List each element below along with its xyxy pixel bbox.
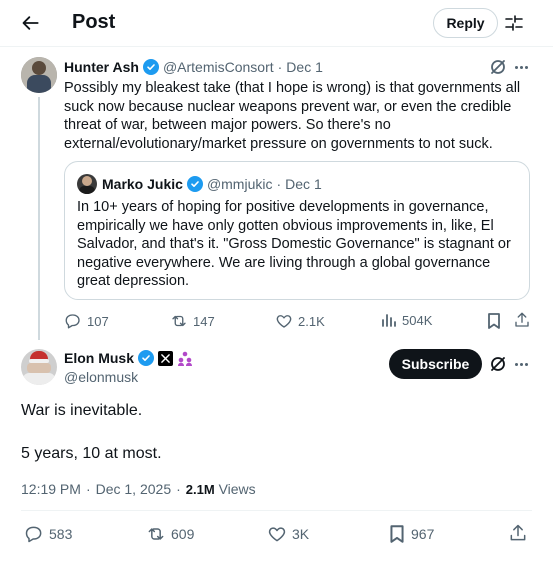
- share-icon: [515, 312, 529, 327]
- dot-icon: [524, 362, 528, 366]
- views-action[interactable]: 504K: [381, 312, 432, 328]
- post-text-line: War is inevitable.: [21, 402, 143, 419]
- reply-icon: [25, 526, 42, 543]
- quote-author-handle: @mmjukic: [206, 176, 273, 192]
- dot-separator: ·: [276, 176, 282, 192]
- page-title: Post: [72, 11, 116, 33]
- post-text-line: 5 years, 10 at most.: [21, 445, 162, 462]
- quote-text: In 10+ years of hoping for positive deve…: [77, 199, 511, 289]
- grok-button[interactable]: [489, 355, 507, 373]
- back-button[interactable]: [14, 11, 48, 35]
- reply-count: 107: [87, 313, 109, 329]
- bookmark-action[interactable]: 967: [388, 524, 434, 544]
- dot-icon: [524, 65, 528, 69]
- analytics-icon: [382, 314, 396, 327]
- reply-icon: [65, 314, 80, 329]
- grok-icon: [491, 357, 505, 371]
- repost-icon: [172, 315, 186, 327]
- reply-action[interactable]: 107: [64, 312, 109, 330]
- like-action[interactable]: 2.1K: [275, 312, 325, 330]
- views-label: Views: [218, 481, 256, 497]
- verified-badge-icon: [186, 176, 203, 192]
- header-divider: [0, 46, 553, 47]
- like-count: 3K: [292, 526, 310, 542]
- dot-separator: ·: [277, 59, 283, 75]
- quote-author-name: Marko Jukic: [102, 176, 183, 192]
- views-total: 2.1M: [185, 482, 215, 497]
- verified-badge-icon: [142, 59, 159, 75]
- post-date[interactable]: Dec 1: [286, 59, 323, 75]
- x-affiliate-icon[interactable]: [158, 350, 174, 366]
- author-handle[interactable]: @ArtemisConsort: [163, 59, 274, 75]
- dot-separator: ·: [176, 481, 181, 497]
- repost-action[interactable]: 147: [170, 312, 215, 330]
- repost-count: 609: [171, 526, 195, 542]
- more-options-button[interactable]: [513, 59, 529, 75]
- quote-card[interactable]: Marko Jukic @mmjukic · Dec 1 In 10+ year…: [64, 161, 530, 300]
- author-name[interactable]: Elon Musk: [64, 350, 134, 366]
- heart-icon: [276, 315, 292, 328]
- bookmark-icon: [390, 525, 404, 543]
- post-text: Possibly my bleakest take (that I hope i…: [64, 80, 521, 152]
- like-count: 2.1K: [298, 313, 325, 329]
- reply-count: 583: [49, 526, 73, 542]
- avatar[interactable]: [21, 349, 57, 385]
- grok-icon: [491, 60, 505, 74]
- repost-count: 147: [193, 313, 215, 329]
- bookmark-icon: [488, 313, 500, 329]
- bookmark-count: 967: [411, 526, 435, 542]
- quote-avatar: [77, 174, 97, 194]
- post-full-date[interactable]: Dec 1, 2025: [96, 481, 172, 497]
- sliders-icon: [505, 15, 523, 31]
- subscribe-button[interactable]: Subscribe: [389, 349, 482, 379]
- grok-button[interactable]: [489, 58, 507, 76]
- reply-button[interactable]: Reply: [433, 8, 498, 38]
- verified-badge-icon: [138, 350, 155, 366]
- more-options-button[interactable]: [513, 356, 529, 372]
- share-button[interactable]: [508, 523, 528, 543]
- views-count: 504K: [402, 312, 433, 328]
- people-icon: [177, 350, 193, 366]
- repost-icon: [148, 528, 164, 540]
- dot-icon: [514, 65, 518, 69]
- share-button[interactable]: [513, 311, 531, 329]
- avatar[interactable]: [21, 57, 57, 93]
- like-action[interactable]: 3K: [267, 524, 309, 544]
- thread-line: [38, 97, 40, 340]
- bookmark-button[interactable]: [486, 312, 502, 330]
- author-handle[interactable]: @elonmusk: [64, 369, 138, 385]
- dot-icon: [514, 362, 518, 366]
- quote-date: Dec 1: [285, 176, 322, 192]
- heart-icon: [268, 527, 286, 542]
- dot-separator: ·: [85, 481, 91, 497]
- dot-icon: [519, 65, 523, 69]
- reply-action[interactable]: 583: [24, 524, 72, 544]
- arrow-left-icon: [22, 16, 39, 30]
- dot-icon: [519, 362, 523, 366]
- share-icon: [510, 524, 526, 541]
- filter-settings-button[interactable]: [504, 12, 524, 34]
- stats-divider: [21, 510, 532, 511]
- repost-action[interactable]: 609: [146, 524, 194, 544]
- author-name[interactable]: Hunter Ash: [64, 59, 139, 75]
- post-time[interactable]: 12:19 PM: [21, 481, 81, 497]
